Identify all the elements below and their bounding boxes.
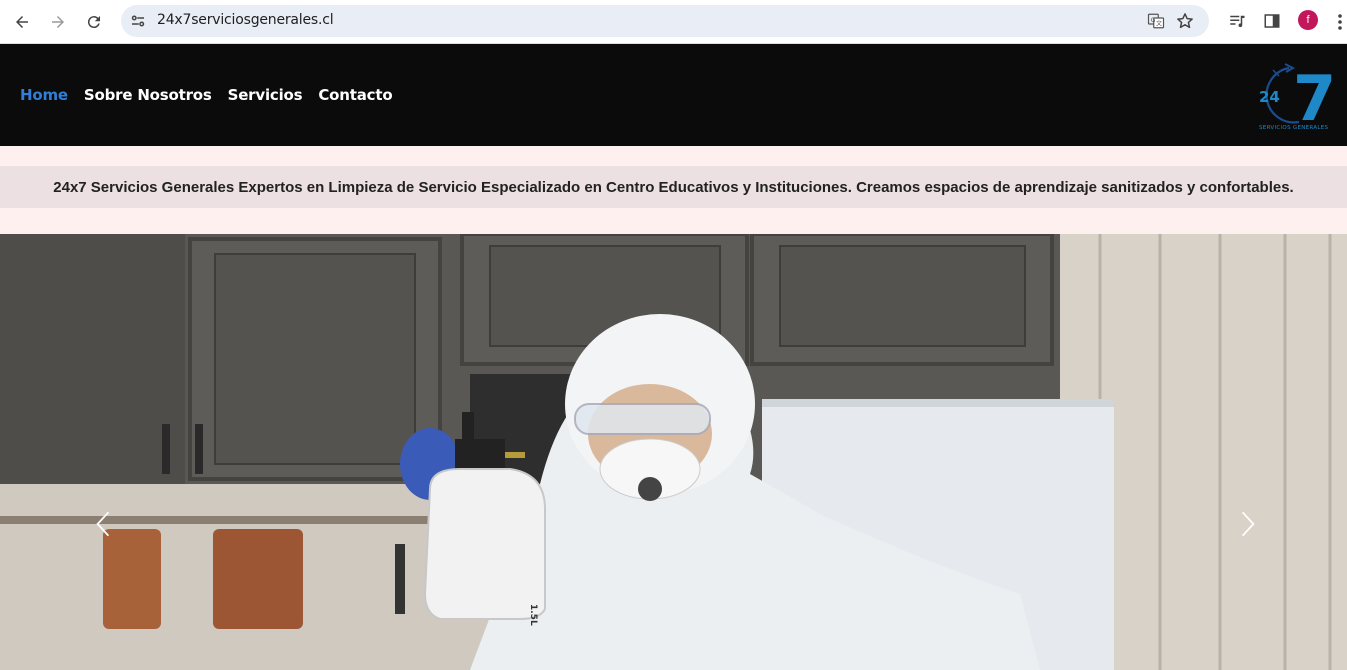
media-queue-icon	[1230, 15, 1245, 28]
carousel-prev-button[interactable]	[88, 504, 118, 544]
bottle-label: 1.5L	[528, 604, 538, 626]
hero-image: 1.5L	[0, 234, 1347, 670]
browser-menu-button[interactable]	[1333, 11, 1347, 33]
url-text[interactable]: 24x7serviciosgenerales.cl	[157, 12, 334, 28]
logo-number-big: 7	[1293, 62, 1335, 132]
translate-icon[interactable]: G 文	[1147, 12, 1165, 30]
more-vert-icon	[1338, 14, 1342, 30]
back-button[interactable]	[9, 9, 35, 35]
reload-button[interactable]	[81, 9, 107, 35]
nav-contacto[interactable]: Contacto	[318, 86, 392, 104]
site-logo[interactable]: 24 7 SERVICIOS GENERALES	[1255, 60, 1335, 132]
side-panel-button[interactable]	[1261, 10, 1283, 32]
chevron-right-icon	[1241, 511, 1255, 537]
nav-sobre-nosotros[interactable]: Sobre Nosotros	[84, 86, 212, 104]
profile-avatar[interactable]: f	[1298, 10, 1318, 30]
tagline-text: 24x7 Servicios Generales Expertos en Lim…	[53, 178, 1294, 196]
reload-icon	[87, 16, 100, 29]
arrow-right-icon	[52, 16, 64, 28]
tagline-band: 24x7 Servicios Generales Expertos en Lim…	[0, 166, 1347, 208]
chevron-left-icon	[96, 511, 110, 537]
address-bar[interactable]: 24x7serviciosgenerales.cl G 文	[121, 5, 1209, 37]
nav-home[interactable]: Home	[20, 86, 68, 104]
main-nav: Home Sobre Nosotros Servicios Contacto	[20, 86, 393, 104]
logo-caption: SERVICIOS GENERALES	[1259, 125, 1329, 131]
svg-text:G: G	[1151, 17, 1156, 24]
carousel-next-button[interactable]	[1233, 504, 1263, 544]
tagline-section: 24x7 Servicios Generales Expertos en Lim…	[0, 146, 1347, 234]
logo-number-small: 24	[1259, 88, 1280, 106]
side-panel-icon	[1264, 14, 1280, 28]
site-header: Home Sobre Nosotros Servicios Contacto 2…	[0, 44, 1347, 146]
bookmark-star-icon[interactable]	[1175, 11, 1195, 31]
reading-list-button[interactable]	[1226, 10, 1248, 32]
svg-text:文: 文	[1156, 20, 1162, 28]
forward-button[interactable]	[45, 9, 71, 35]
arrow-left-icon	[16, 16, 28, 28]
hero-carousel: 1.5L	[0, 234, 1347, 670]
browser-toolbar: 24x7serviciosgenerales.cl G 文 f	[0, 0, 1347, 44]
nav-servicios[interactable]: Servicios	[228, 86, 303, 104]
site-settings-icon[interactable]	[129, 12, 147, 30]
